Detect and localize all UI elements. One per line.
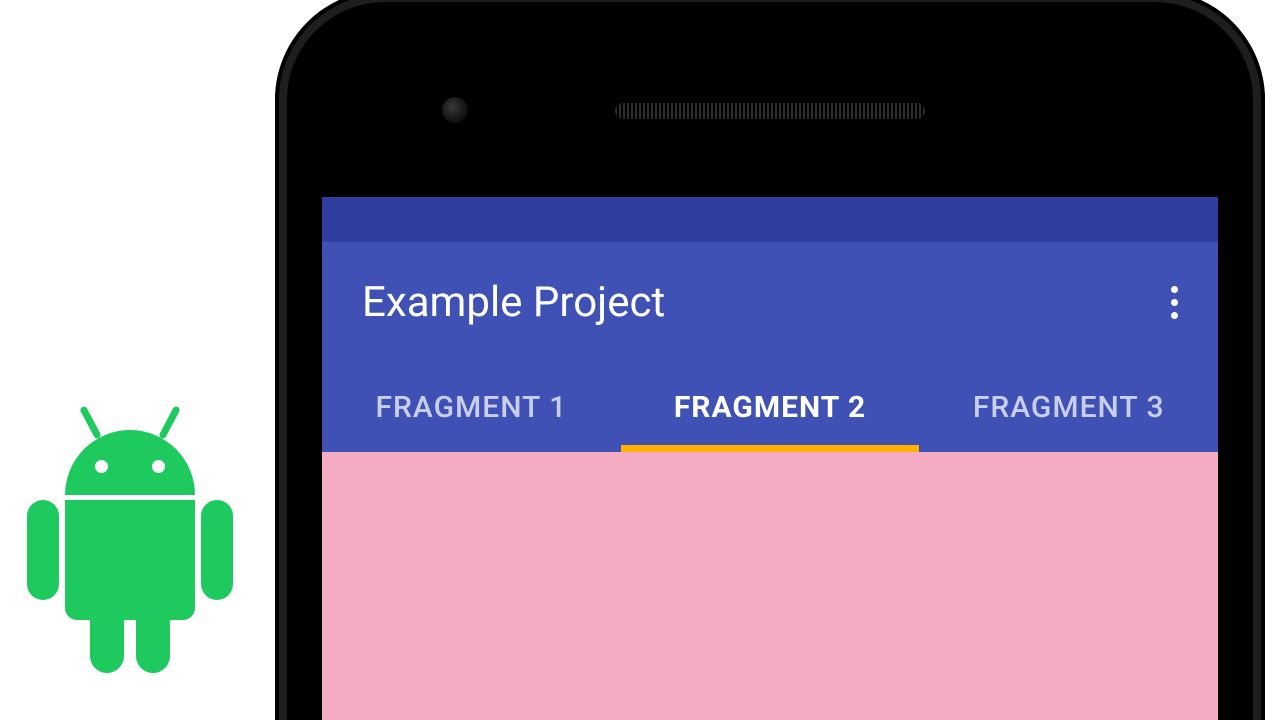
android-robot-icon xyxy=(15,400,245,700)
overflow-menu-button[interactable] xyxy=(1165,278,1184,327)
tab-indicator xyxy=(621,445,920,452)
tab-fragment-3[interactable]: FRAGMENT 3 xyxy=(919,362,1218,452)
tab-fragment-2[interactable]: FRAGMENT 2 xyxy=(621,362,920,452)
earpiece-speaker-icon xyxy=(614,102,926,120)
tab-fragment-1[interactable]: FRAGMENT 1 xyxy=(322,362,621,452)
phone-frame: Example Project FRAGMENT 1 FRAGMENT 2 FR… xyxy=(275,0,1265,720)
fragment-content[interactable] xyxy=(322,452,1218,720)
tab-bar: FRAGMENT 1 FRAGMENT 2 FRAGMENT 3 xyxy=(322,362,1218,452)
front-camera-icon xyxy=(442,97,468,123)
device-screen: Example Project FRAGMENT 1 FRAGMENT 2 FR… xyxy=(322,197,1218,720)
status-bar xyxy=(322,197,1218,242)
more-vert-icon xyxy=(1171,286,1178,293)
phone-bezel: Example Project FRAGMENT 1 FRAGMENT 2 FR… xyxy=(287,2,1253,720)
more-vert-icon xyxy=(1171,312,1178,319)
app-bar: Example Project xyxy=(322,242,1218,362)
android-head xyxy=(65,430,195,495)
more-vert-icon xyxy=(1171,299,1178,306)
app-title: Example Project xyxy=(362,278,665,327)
